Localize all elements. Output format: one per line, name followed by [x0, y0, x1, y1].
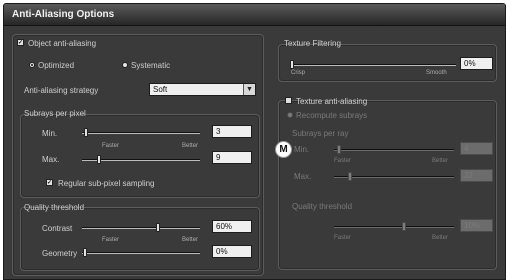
- texture-quality-slider-thumb[interactable]: [402, 222, 406, 231]
- texture-max-slider-thumb[interactable]: [348, 172, 352, 181]
- quality-title: Quality threshold: [24, 203, 85, 212]
- texture-quality-better-label: Better: [432, 235, 449, 241]
- subrays-title: Subrays per pixel: [24, 109, 86, 118]
- texture-quality-faster-label: Faster: [334, 235, 352, 241]
- texture-quality-title: Quality threshold: [292, 202, 353, 211]
- aa-strategy-select[interactable]: Soft ▼: [149, 83, 256, 96]
- contrast-slider-thumb[interactable]: [156, 223, 160, 232]
- optimized-label: Optimized: [38, 61, 75, 70]
- texture-filtering-input[interactable]: 0%: [460, 57, 493, 70]
- texture-aa-label: Texture anti-aliasing: [296, 97, 368, 106]
- texture-better-label: Better: [432, 158, 449, 164]
- callout-badge: M: [275, 141, 292, 158]
- aa-strategy-label: Anti-aliasing strategy: [24, 86, 99, 95]
- geometry-slider-thumb[interactable]: [83, 248, 87, 257]
- systematic-radio[interactable]: [122, 62, 128, 68]
- subrays-per-ray-title: Subrays per ray: [292, 129, 349, 138]
- subrays-min-slider[interactable]: [82, 132, 200, 134]
- texture-filtering-slider[interactable]: [291, 64, 456, 66]
- texture-faster-label: Faster: [334, 158, 352, 164]
- object-aa-checkbox[interactable]: ✓: [17, 39, 24, 46]
- geometry-label: Geometry: [42, 249, 78, 258]
- texture-max-slider[interactable]: [334, 176, 454, 178]
- geometry-input[interactable]: 0%: [212, 245, 252, 258]
- anti-aliasing-options-window: Anti-Aliasing Options ✓ Object anti-alia…: [3, 3, 506, 280]
- texture-min-input[interactable]: 4: [460, 142, 493, 155]
- texture-filtering-title: Texture Filtering: [284, 39, 341, 48]
- subrays-max-slider-thumb[interactable]: [97, 155, 101, 164]
- aa-strategy-value: Soft: [153, 85, 168, 94]
- smooth-label: Smooth: [426, 70, 447, 76]
- chevron-down-icon[interactable]: ▼: [243, 84, 255, 95]
- subrays-max-label: Max.: [42, 155, 60, 164]
- object-aa-label: Object anti-aliasing: [28, 39, 97, 48]
- contrast-input[interactable]: 60%: [212, 220, 252, 233]
- texture-filtering-slider-thumb[interactable]: [290, 60, 294, 69]
- optimized-radio[interactable]: [29, 62, 35, 68]
- subrays-faster-label: Faster: [102, 143, 120, 149]
- subrays-better-label: Better: [182, 143, 199, 149]
- quality-better-label: Better: [182, 237, 199, 243]
- subrays-min-input[interactable]: 3: [212, 125, 252, 138]
- subrays-max-input[interactable]: 9: [212, 151, 252, 164]
- quality-faster-label: Faster: [102, 237, 120, 243]
- recompute-subrays-radio[interactable]: [287, 112, 293, 118]
- title-bar[interactable]: Anti-Aliasing Options: [4, 4, 505, 26]
- texture-min-label: Min.: [294, 145, 310, 154]
- subrays-min-slider-thumb[interactable]: [84, 128, 88, 137]
- contrast-label: Contrast: [42, 224, 73, 233]
- regular-sampling-label: Regular sub-pixel sampling: [58, 179, 155, 188]
- geometry-slider[interactable]: [82, 252, 200, 254]
- texture-max-label: Max.: [294, 172, 312, 181]
- systematic-label: Systematic: [131, 61, 171, 70]
- crisp-label: Crisp: [291, 70, 306, 76]
- texture-min-slider[interactable]: [334, 149, 454, 151]
- texture-max-input[interactable]: 32: [460, 169, 493, 182]
- window-title: Anti-Aliasing Options: [12, 9, 115, 20]
- contrast-slider[interactable]: [82, 227, 200, 229]
- texture-aa-group: [278, 100, 497, 270]
- texture-quality-input[interactable]: 10%: [460, 219, 493, 232]
- texture-min-slider-thumb[interactable]: [337, 145, 341, 154]
- texture-quality-slider[interactable]: [334, 226, 454, 228]
- subrays-min-label: Min.: [42, 129, 58, 138]
- texture-aa-checkbox[interactable]: [285, 97, 292, 104]
- quality-threshold-group: [20, 207, 260, 271]
- regular-sampling-checkbox[interactable]: ✓: [46, 179, 53, 186]
- recompute-subrays-label: Recompute subrays: [296, 111, 368, 120]
